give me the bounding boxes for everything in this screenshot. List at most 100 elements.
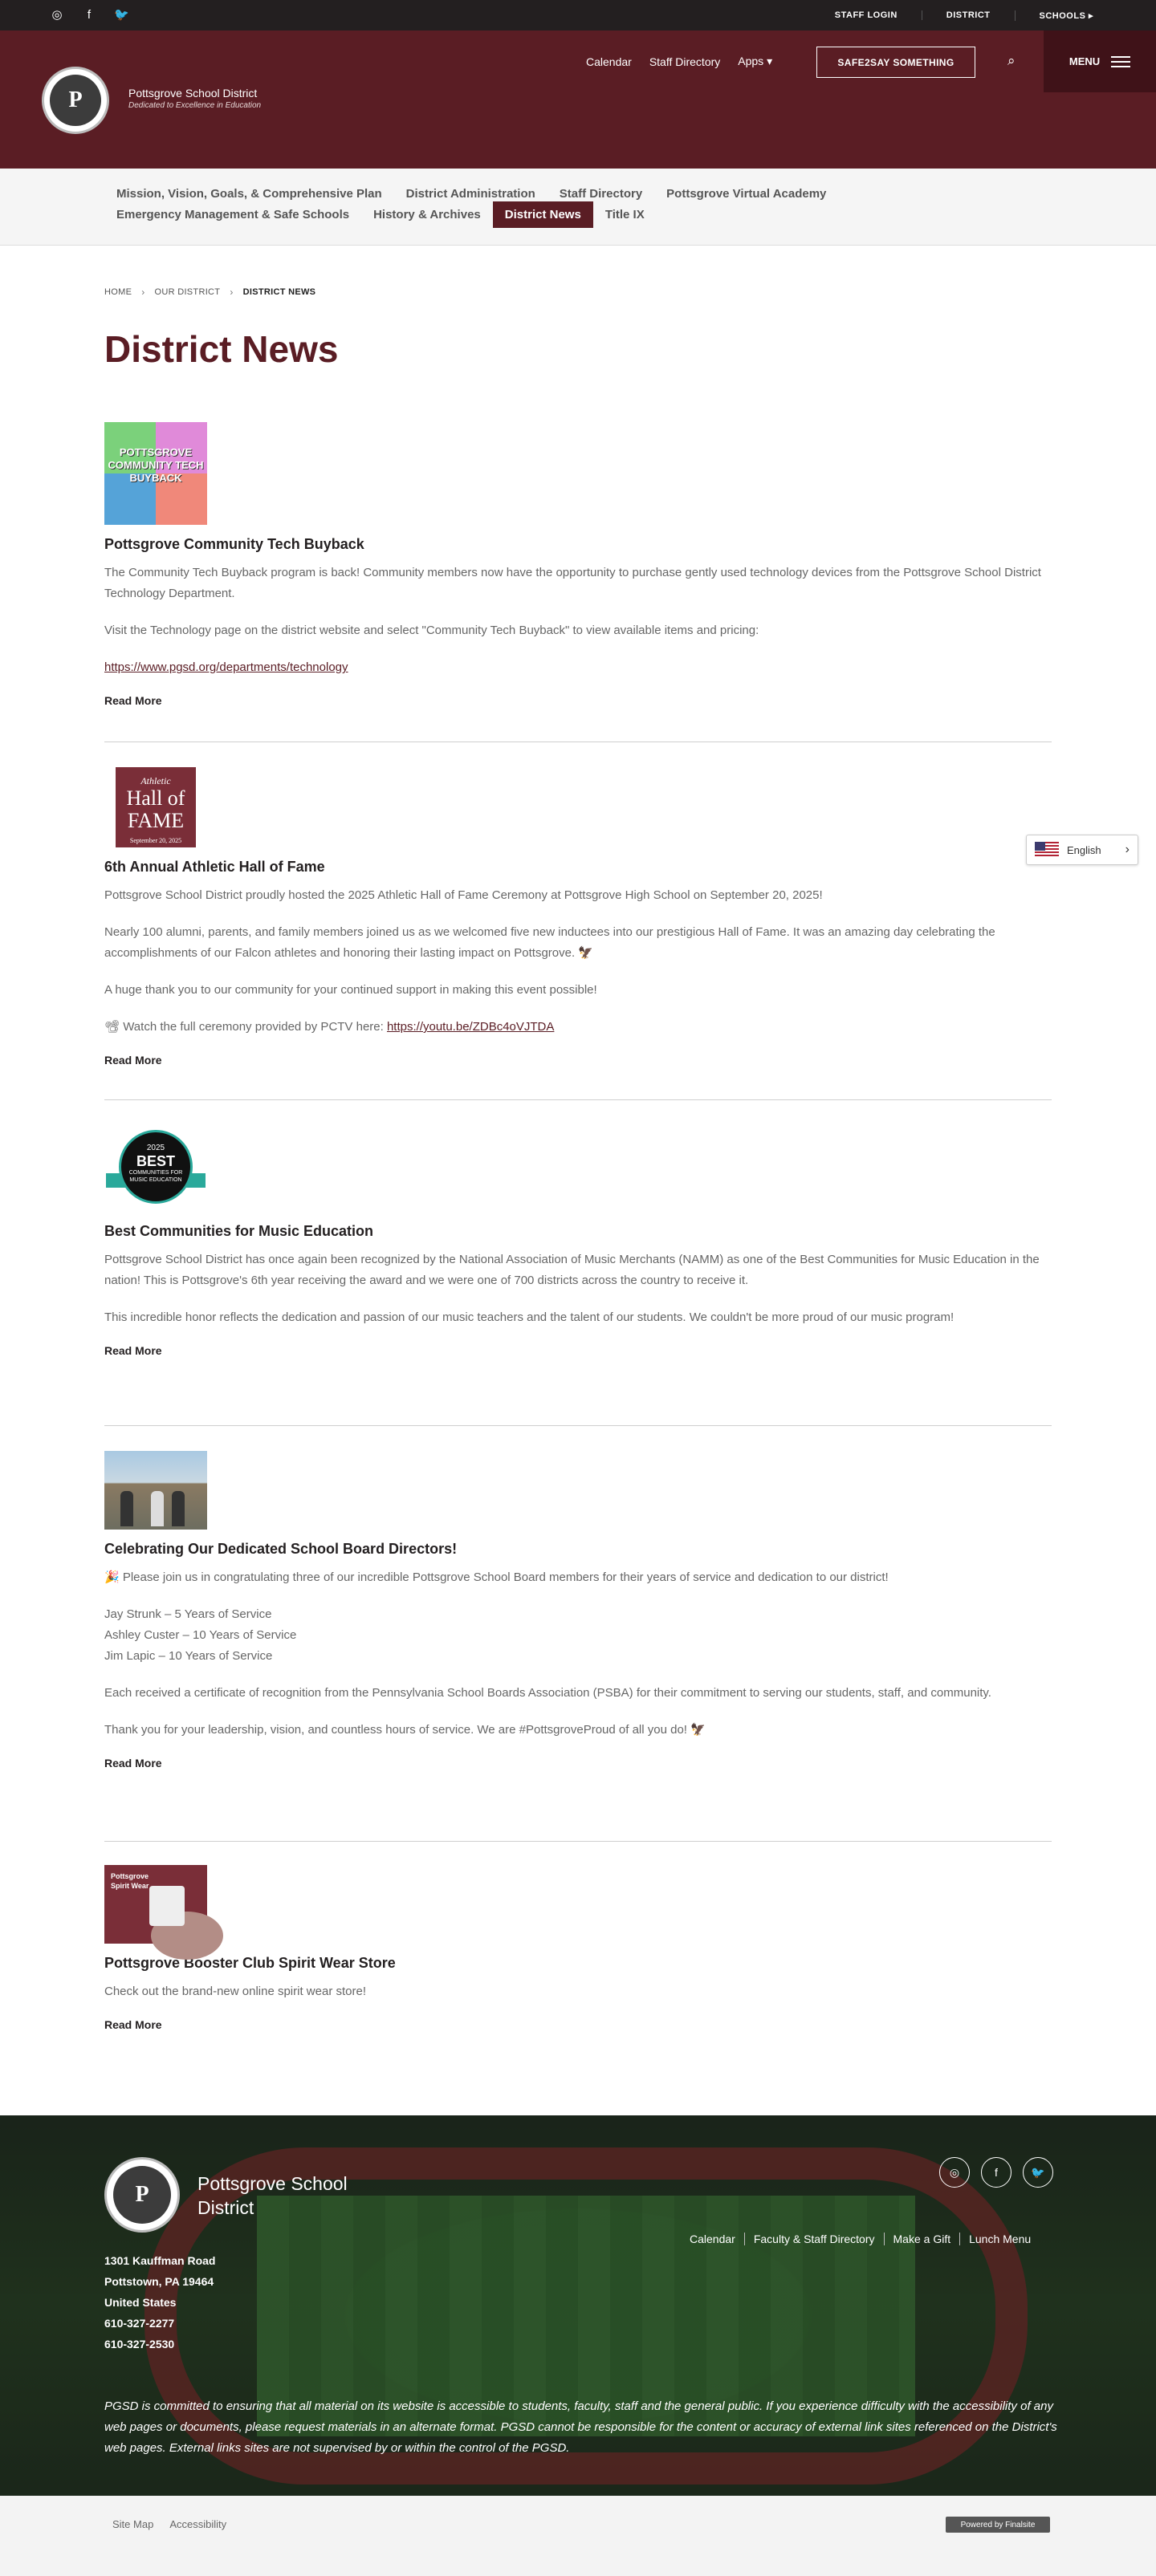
thumbnail-text: Pottsgrove Spirit Wear [111, 1872, 149, 1890]
nav-staff-directory[interactable]: Staff Directory [649, 55, 720, 68]
subnav-virtual-academy[interactable]: Pottsgrove Virtual Academy [654, 181, 838, 207]
accessibility-notice: PGSD is committed to ensuring that all m… [104, 2399, 1057, 2455]
watch-text: 📽 Watch the full ceremony provided by PC… [104, 1020, 387, 1034]
news-thumbnail[interactable]: POTTSGROVE COMMUNITY TECH BUYBACK [104, 422, 207, 525]
twitter-icon[interactable]: 🐦 [114, 8, 129, 22]
news-thumbnail[interactable]: 2025 BEST COMMUNITIES FOR MUSIC EDUCATIO… [104, 1123, 207, 1212]
news-paragraph: Pottsgrove School District has once agai… [104, 1253, 1040, 1287]
thumbnail-text: POTTSGROVE COMMUNITY TECH BUYBACK [108, 446, 204, 484]
language-label: English [1067, 843, 1101, 856]
news-paragraph: Each received a certificate of recogniti… [104, 1686, 991, 1700]
safe2say-button[interactable]: SAFE2SAY SOMETHING [816, 47, 975, 78]
nav-calendar[interactable]: Calendar [586, 55, 632, 68]
divider [104, 1841, 1052, 1842]
person-shape [120, 1491, 133, 1526]
phone-number[interactable]: 610-327-2277 [104, 2313, 215, 2334]
facebook-icon[interactable]: f [82, 8, 96, 22]
breadcrumb-our-district[interactable]: OUR DISTRICT [155, 287, 221, 297]
news-title[interactable]: Pottsgrove Community Tech Buyback [104, 536, 1052, 553]
footer-address: 1301 Kauffman Road Pottstown, PA 19464 U… [104, 2250, 215, 2355]
news-thumbnail[interactable]: Pottsgrove Spirit Wear [104, 1865, 223, 1960]
news-paragraph: The Community Tech Buyback program is ba… [104, 566, 1041, 600]
instagram-icon[interactable]: ◎ [50, 8, 64, 22]
footer-link-calendar[interactable]: Calendar [681, 2233, 744, 2245]
subnav-row-2: Emergency Management & Safe Schools Hist… [104, 201, 657, 228]
footer-school-name: Pottsgrove School District [197, 2173, 348, 2218]
news-paragraph: Visit the Technology page on the distric… [104, 624, 759, 637]
music-award-badge: 2025 BEST COMMUNITIES FOR MUSIC EDUCATIO… [119, 1130, 193, 1204]
subnav-emergency-management[interactable]: Emergency Management & Safe Schools [104, 201, 361, 228]
facebook-icon[interactable]: f [981, 2157, 1012, 2188]
subnav-history-archives[interactable]: History & Archives [361, 201, 493, 228]
news-item: Athletic Hall of FAME September 20, 2025… [104, 767, 1052, 1067]
read-more-link[interactable]: Read More [104, 1344, 1052, 1357]
us-flag-icon [1035, 842, 1059, 858]
school-name[interactable]: Pottsgrove School District [128, 87, 257, 100]
footer-link-lunch-menu[interactable]: Lunch Menu [959, 2233, 1040, 2245]
news-title[interactable]: Pottsgrove Booster Club Spirit Wear Stor… [104, 1955, 1052, 1972]
news-thumbnail[interactable]: Athletic Hall of FAME September 20, 2025 [116, 767, 196, 847]
subnav-title-ix[interactable]: Title IX [593, 201, 657, 228]
address-line: Pottstown, PA 19464 [104, 2275, 214, 2288]
divider [104, 1425, 1052, 1426]
news-paragraph: A huge thank you to our community for yo… [104, 983, 597, 997]
bottom-links: Site Map Accessibility [112, 2518, 226, 2530]
staff-login-link[interactable]: STAFF LOGIN [811, 10, 922, 20]
topbar-social: ◎ f 🐦 [50, 8, 128, 22]
site-header: P Pottsgrove School District Dedicated t… [0, 30, 1156, 169]
news-title[interactable]: Best Communities for Music Education [104, 1223, 1052, 1240]
search-icon[interactable]: ⌕ [1007, 53, 1016, 69]
chevron-right-icon: › [230, 286, 234, 298]
footer-logo[interactable]: P [104, 2157, 180, 2233]
section-subnav: Mission, Vision, Goals, & Comprehensive … [0, 169, 1156, 246]
news-title[interactable]: 6th Annual Athletic Hall of Fame [104, 859, 1052, 876]
person-shape [151, 1491, 164, 1526]
bottom-bar: Site Map Accessibility Powered by Finals… [0, 2496, 1156, 2576]
menu-button[interactable]: MENU [1044, 30, 1156, 92]
news-link-paragraph: https://www.pgsd.org/departments/technol… [104, 657, 1052, 678]
main-nav: Calendar Staff Directory Apps ▾ [586, 55, 772, 68]
schools-link[interactable]: SCHOOLS ▸ [1014, 10, 1117, 21]
falcon-logo-icon: P [50, 75, 101, 126]
site-map-link[interactable]: Site Map [112, 2518, 153, 2530]
page-title: District News [104, 328, 339, 370]
nav-apps[interactable]: Apps ▾ [738, 55, 772, 68]
news-item: Pottsgrove Spirit Wear Pottsgrove Booste… [104, 1865, 1052, 2031]
news-title[interactable]: Celebrating Our Dedicated School Board D… [104, 1541, 1052, 1558]
powered-by-badge[interactable]: Powered by Finalsite [946, 2517, 1050, 2533]
news-paragraph: Pottsgrove School District proudly hoste… [104, 888, 823, 902]
school-tagline: Dedicated to Excellence in Education [128, 101, 262, 110]
accessibility-link[interactable]: Accessibility [169, 2518, 226, 2530]
footer-link-make-gift[interactable]: Make a Gift [883, 2233, 960, 2245]
address-line: 1301 Kauffman Road [104, 2254, 216, 2267]
district-link[interactable]: DISTRICT [921, 10, 1015, 20]
youtube-link[interactable]: https://youtu.be/ZDBc4oVJTDA [387, 1020, 554, 1034]
instagram-icon[interactable]: ◎ [939, 2157, 970, 2188]
falcon-logo-icon: P [113, 2166, 171, 2224]
chevron-right-icon: › [141, 286, 145, 298]
read-more-link[interactable]: Read More [104, 1054, 1052, 1067]
read-more-link[interactable]: Read More [104, 2018, 1052, 2031]
twitter-icon[interactable]: 🐦 [1023, 2157, 1053, 2188]
service-list-item: Ashley Custer – 10 Years of Service [104, 1628, 297, 1642]
utility-links: STAFF LOGIN DISTRICT SCHOOLS ▸ [811, 0, 1117, 30]
chevron-right-icon: › [1125, 843, 1130, 856]
language-selector[interactable]: English › [1026, 835, 1138, 865]
breadcrumb-home[interactable]: HOME [104, 287, 132, 297]
district-logo[interactable]: P [42, 67, 109, 134]
thumbnail-text: BEST [136, 1153, 175, 1169]
footer-links: Calendar Faculty & Staff Directory Make … [681, 2233, 1040, 2245]
technology-link[interactable]: https://www.pgsd.org/departments/technol… [104, 660, 348, 674]
subnav-district-news[interactable]: District News [492, 201, 593, 228]
read-more-link[interactable]: Read More [104, 694, 1052, 707]
phone-number[interactable]: 610-327-2530 [104, 2334, 215, 2355]
service-list-item: Jim Lapic – 10 Years of Service [104, 1649, 273, 1663]
footer-link-directory[interactable]: Faculty & Staff Directory [743, 2233, 884, 2245]
thumbnail-text: COMMUNITIES FOR MUSIC EDUCATION [128, 1170, 183, 1183]
divider [104, 1099, 1052, 1100]
news-link-paragraph: 📽 Watch the full ceremony provided by PC… [104, 1017, 1052, 1038]
news-thumbnail[interactable] [104, 1451, 207, 1530]
read-more-link[interactable]: Read More [104, 1757, 1052, 1769]
tshirt-shape [149, 1886, 185, 1926]
news-paragraph: This incredible honor reflects the dedic… [104, 1310, 955, 1324]
